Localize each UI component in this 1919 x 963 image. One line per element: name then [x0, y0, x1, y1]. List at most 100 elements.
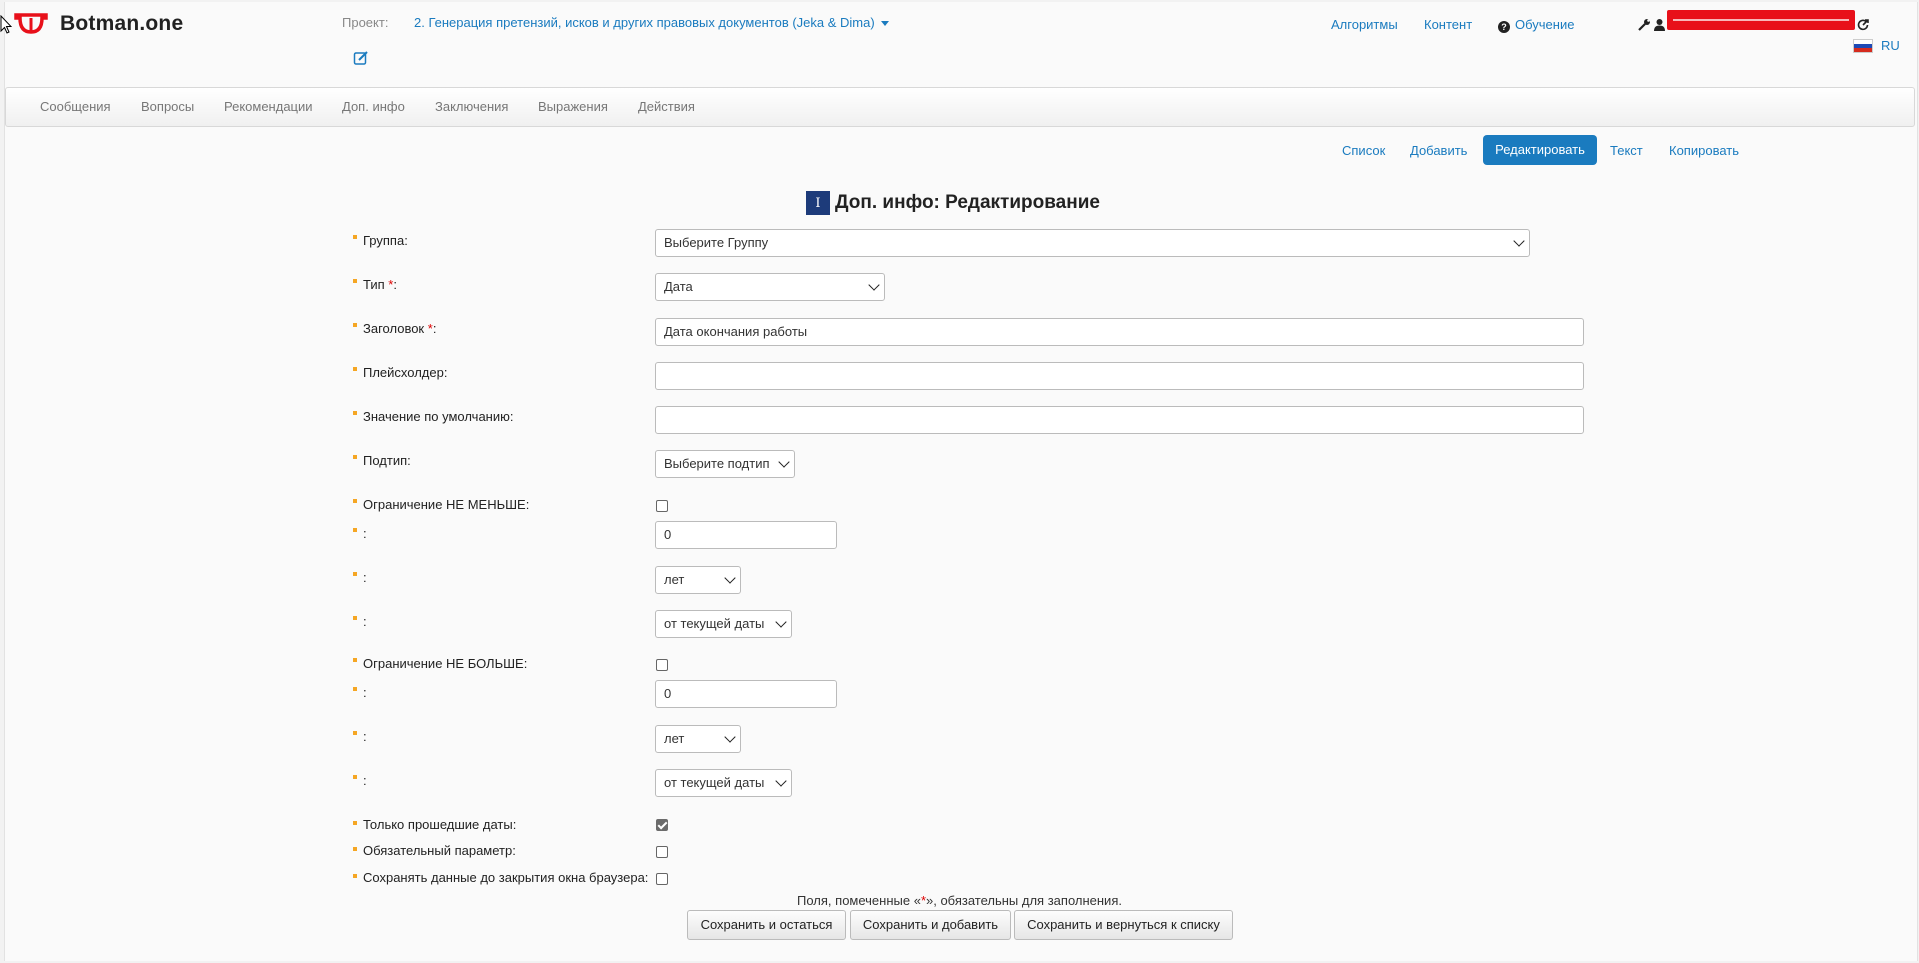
page-heading: I Доп. инфо: Редактирование	[806, 191, 1100, 215]
max-unit-select[interactable]: лет	[655, 725, 741, 753]
bullet-icon	[353, 411, 357, 415]
bullet-icon	[353, 731, 357, 735]
chevron-down-icon	[868, 279, 880, 291]
mandatory-checkbox[interactable]	[656, 846, 668, 858]
type-select-value: Дата	[664, 279, 693, 294]
bullet-icon	[353, 775, 357, 779]
persist-label: Сохранять данные до закрытия окна браузе…	[363, 870, 649, 885]
min-unit-label: :	[363, 570, 367, 585]
bullet-icon	[353, 528, 357, 532]
bullet-icon	[353, 367, 357, 371]
edit-icon[interactable]	[353, 50, 369, 66]
min-limit-checkbox[interactable]	[656, 500, 668, 512]
user-icon[interactable]	[1653, 18, 1666, 31]
placeholder-input[interactable]	[655, 362, 1584, 390]
min-amount-input[interactable]: 0	[655, 521, 837, 549]
nav-tab-actions[interactable]: Действия	[638, 99, 695, 114]
chevron-down-icon	[778, 456, 790, 468]
nav-tab-messages[interactable]: Сообщения	[40, 99, 111, 114]
chevron-down-icon	[775, 616, 787, 628]
subtype-label: Подтип:	[363, 453, 411, 468]
max-amount-input[interactable]: 0	[655, 680, 837, 708]
default-value-input[interactable]	[655, 406, 1584, 434]
min-ref-select[interactable]: от текущей даты	[655, 610, 792, 638]
min-ref-label: :	[363, 614, 367, 629]
page-title: Доп. инфо: Редактирование	[835, 192, 1100, 213]
nav-training[interactable]: ? Обучение	[1498, 17, 1574, 33]
nav-tab-recommendations[interactable]: Рекомендации	[224, 99, 313, 114]
nav-algorithms[interactable]: Алгоритмы	[1331, 17, 1398, 32]
past-only-label: Только прошедшие даты:	[363, 817, 517, 832]
nav-tab-expressions[interactable]: Выражения	[538, 99, 608, 114]
caret-down-icon	[880, 21, 889, 27]
bullet-icon	[353, 821, 357, 825]
mouse-pointer-icon	[0, 15, 12, 34]
nav-tab-questions[interactable]: Вопросы	[141, 99, 194, 114]
min-unit-select[interactable]: лет	[655, 566, 741, 594]
max-ref-value: от текущей даты	[664, 775, 765, 790]
bullet-icon	[353, 572, 357, 576]
language-selector[interactable]: RU	[1853, 38, 1900, 53]
action-text[interactable]: Текст	[1610, 143, 1643, 158]
flag-ru-icon	[1853, 38, 1873, 53]
redacted-username	[1667, 10, 1855, 30]
nav-tab-additional-info[interactable]: Доп. инфо	[342, 99, 405, 114]
bullet-icon	[353, 235, 357, 239]
min-amount-label: :	[363, 526, 367, 541]
chevron-down-icon	[724, 572, 736, 584]
bullet-icon	[353, 323, 357, 327]
chevron-down-icon	[1513, 235, 1525, 247]
text-cursor-icon: I	[806, 191, 830, 215]
title-label-text: Заголовок	[363, 321, 425, 336]
max-ref-select[interactable]: от текущей даты	[655, 769, 792, 797]
max-unit-label: :	[363, 729, 367, 744]
bullet-icon	[353, 455, 357, 459]
subtype-select[interactable]: Выберите подтип	[655, 450, 795, 478]
min-unit-value: лет	[664, 572, 685, 587]
label-suffix: :	[432, 321, 437, 336]
action-add[interactable]: Добавить	[1410, 143, 1467, 158]
max-unit-value: лет	[664, 731, 685, 746]
min-ref-value: от текущей даты	[664, 616, 765, 631]
brand-logo[interactable]: Botman.one	[14, 12, 183, 36]
bullet-icon	[353, 874, 357, 878]
group-select-value: Выберите Группу	[664, 235, 769, 250]
project-selector[interactable]: 2. Генерация претензий, исков и других п…	[414, 15, 889, 30]
action-copy[interactable]: Копировать	[1669, 143, 1739, 158]
persist-checkbox[interactable]	[656, 873, 668, 885]
logout-icon[interactable]	[1857, 19, 1869, 31]
type-label: Тип *:	[363, 277, 397, 292]
subtype-select-value: Выберите подтип	[664, 456, 770, 471]
wrench-icon[interactable]	[1638, 18, 1651, 31]
action-edit[interactable]: Редактировать	[1483, 135, 1597, 165]
title-input[interactable]: Дата окончания работы	[655, 318, 1584, 346]
language-label: RU	[1881, 38, 1900, 53]
max-limit-label: Ограничение НЕ БОЛЬШЕ:	[363, 656, 528, 671]
group-label: Группа:	[363, 233, 408, 248]
user-tools	[1638, 18, 1666, 31]
action-list[interactable]: Список	[1342, 143, 1385, 158]
default-value-label: Значение по умолчанию:	[363, 409, 514, 424]
max-limit-checkbox[interactable]	[656, 659, 668, 671]
project-label: Проект:	[342, 15, 389, 30]
brand-name: Botman.one	[60, 12, 184, 35]
title-label: Заголовок *:	[363, 321, 436, 336]
bullet-icon	[353, 658, 357, 662]
past-only-checkbox[interactable]	[656, 819, 668, 831]
min-limit-label: Ограничение НЕ МЕНЬШЕ:	[363, 497, 530, 512]
save-and-add-button[interactable]: Сохранить и добавить	[850, 910, 1011, 940]
training-label: Обучение	[1515, 17, 1575, 32]
type-select[interactable]: Дата	[655, 273, 885, 301]
mandatory-label: Обязательный параметр:	[363, 843, 516, 858]
save-and-return-button[interactable]: Сохранить и вернуться к списку	[1014, 910, 1233, 940]
max-ref-label: :	[363, 773, 367, 788]
nav-tab-conclusions[interactable]: Заключения	[435, 99, 508, 114]
type-label-text: Тип	[363, 277, 385, 292]
bullet-icon	[353, 499, 357, 503]
group-select[interactable]: Выберите Группу	[655, 229, 1530, 257]
chevron-down-icon	[724, 731, 736, 743]
note-text: Поля, помеченные «	[797, 893, 921, 908]
save-and-stay-button[interactable]: Сохранить и остаться	[687, 910, 846, 940]
logo-icon	[14, 13, 48, 34]
nav-content[interactable]: Контент	[1424, 17, 1472, 32]
